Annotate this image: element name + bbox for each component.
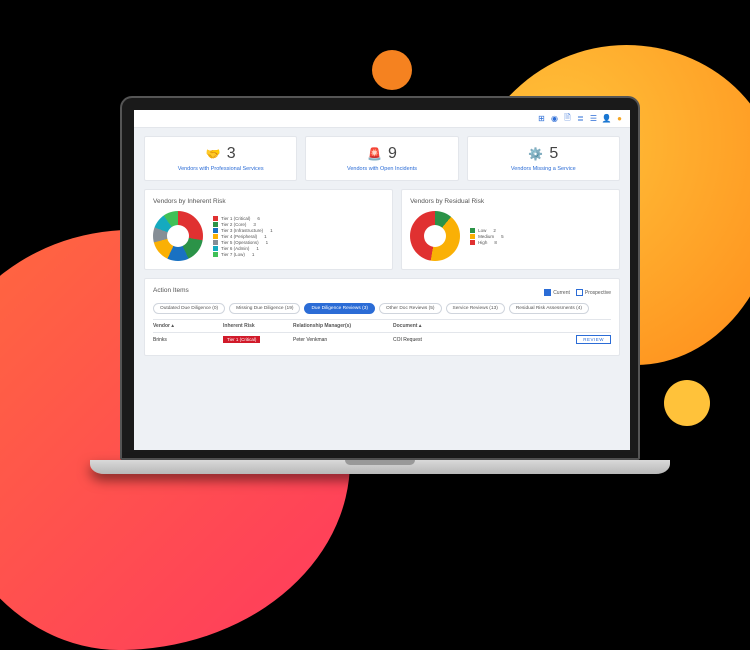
kpi-label: Vendors Missing a Service xyxy=(511,166,576,172)
chart-card-residual-risk: Vendors by Residual Risk Low2Medium5High… xyxy=(401,189,620,270)
cell-manager: Peter Venkman xyxy=(293,337,393,343)
dashboard-screen: ⊞ ◉ 🗎 ≣ ☰ 👤 ● 🤝 3 Vendors with Professio… xyxy=(134,110,630,450)
document-icon[interactable]: 🗎 xyxy=(563,114,572,123)
section-title: Action Items xyxy=(153,287,189,294)
avatar-icon[interactable]: ● xyxy=(615,114,624,123)
kpi-card-missing-service[interactable]: ⚙️ 5 Vendors Missing a Service xyxy=(467,136,620,181)
col-inherent-risk[interactable]: Inherent Risk xyxy=(223,323,293,329)
kpi-row: 🤝 3 Vendors with Professional Services 🚨… xyxy=(144,136,620,181)
legend-item[interactable]: Tier 3 (Infrastructure)1 xyxy=(213,228,273,233)
col-action xyxy=(473,323,611,329)
chart-row: Vendors by Inherent Risk Tier 1 (Critica… xyxy=(144,189,620,270)
laptop-frame: ⊞ ◉ 🗎 ≣ ☰ 👤 ● 🤝 3 Vendors with Professio… xyxy=(120,96,640,474)
tab-pill[interactable]: Missing Due Diligence (19) xyxy=(229,303,300,314)
report-icon[interactable]: ≣ xyxy=(576,114,585,123)
chart-card-inherent-risk: Vendors by Inherent Risk Tier 1 (Critica… xyxy=(144,189,393,270)
donut-chart-residual[interactable] xyxy=(410,211,460,261)
kpi-card-open-incidents[interactable]: 🚨 9 Vendors with Open Incidents xyxy=(305,136,458,181)
filter-checkboxes: Current Prospective xyxy=(544,289,611,296)
action-tabs: Outdated Due Diligence (0) Missing Due Di… xyxy=(153,303,611,314)
legend-item[interactable]: High8 xyxy=(470,240,504,245)
risk-badge: Tier 1 (Critical) xyxy=(223,336,260,343)
dashboard-content: 🤝 3 Vendors with Professional Services 🚨… xyxy=(134,128,630,364)
table-row: Brinks Tier 1 (Critical) Peter Venkman C… xyxy=(153,333,611,347)
legend-item[interactable]: Tier 7 (Low)1 xyxy=(213,252,273,257)
laptop-base xyxy=(90,460,670,474)
legend-item[interactable]: Tier 2 (Core)3 xyxy=(213,222,273,227)
bg-blob-yellow-small xyxy=(664,380,710,426)
kpi-value: 9 xyxy=(388,145,397,163)
legend-item[interactable]: Low2 xyxy=(470,228,504,233)
legend-item[interactable]: Tier 4 (Peripheral)1 xyxy=(213,234,273,239)
kpi-label: Vendors with Open Incidents xyxy=(347,166,417,172)
kpi-value: 3 xyxy=(227,145,236,163)
col-document[interactable]: Document ▴ xyxy=(393,323,473,329)
cell-vendor: Brinks xyxy=(153,337,223,343)
cell-document: COI Request xyxy=(393,337,473,343)
handshake-icon: 🤝 xyxy=(206,147,221,161)
col-vendor[interactable]: Vendor ▴ xyxy=(153,323,223,329)
globe-icon[interactable]: ◉ xyxy=(550,114,559,123)
kpi-label: Vendors with Professional Services xyxy=(178,166,264,172)
legend-item[interactable]: Tier 6 (Admin)1 xyxy=(213,246,273,251)
tab-pill[interactable]: Residual Risk Assessments (4) xyxy=(509,303,589,314)
legend-item[interactable]: Tier 5 (Operations)1 xyxy=(213,240,273,245)
chart-title: Vendors by Residual Risk xyxy=(410,198,611,205)
kpi-value: 5 xyxy=(549,145,558,163)
col-relationship-manager[interactable]: Relationship Manager(s) xyxy=(293,323,393,329)
top-toolbar: ⊞ ◉ 🗎 ≣ ☰ 👤 ● xyxy=(134,110,630,128)
legend-item[interactable]: Medium5 xyxy=(470,234,504,239)
user-icon[interactable]: 👤 xyxy=(602,114,611,123)
legend-item[interactable]: Tier 1 (Critical)6 xyxy=(213,216,273,221)
gear-warning-icon: ⚙️ xyxy=(528,147,543,161)
apps-grid-icon[interactable]: ⊞ xyxy=(537,114,546,123)
table-header: Vendor ▴ Inherent Risk Relationship Mana… xyxy=(153,319,611,333)
tab-pill[interactable]: Other Doc Reviews (5) xyxy=(379,303,442,314)
checkbox-current[interactable]: Current xyxy=(544,289,570,296)
bg-blob-orange-small xyxy=(372,50,412,90)
tab-pill[interactable]: Outdated Due Diligence (0) xyxy=(153,303,225,314)
legend-residual: Low2Medium5High8 xyxy=(470,228,504,245)
tab-pill[interactable]: Due Diligence Reviews (3) xyxy=(304,303,375,314)
legend-inherent: Tier 1 (Critical)6Tier 2 (Core)3Tier 3 (… xyxy=(213,216,273,257)
chart-title: Vendors by Inherent Risk xyxy=(153,198,384,205)
checkbox-prospective[interactable]: Prospective xyxy=(576,289,611,296)
list-icon[interactable]: ☰ xyxy=(589,114,598,123)
action-items-card: Action Items Current Prospective Outdate… xyxy=(144,278,620,356)
donut-chart-inherent[interactable] xyxy=(153,211,203,261)
review-button[interactable]: REVIEW xyxy=(576,335,611,344)
tab-pill[interactable]: Service Reviews (13) xyxy=(446,303,505,314)
alarm-icon: 🚨 xyxy=(367,147,382,161)
laptop-bezel: ⊞ ◉ 🗎 ≣ ☰ 👤 ● 🤝 3 Vendors with Professio… xyxy=(120,96,640,460)
kpi-card-professional-services[interactable]: 🤝 3 Vendors with Professional Services xyxy=(144,136,297,181)
